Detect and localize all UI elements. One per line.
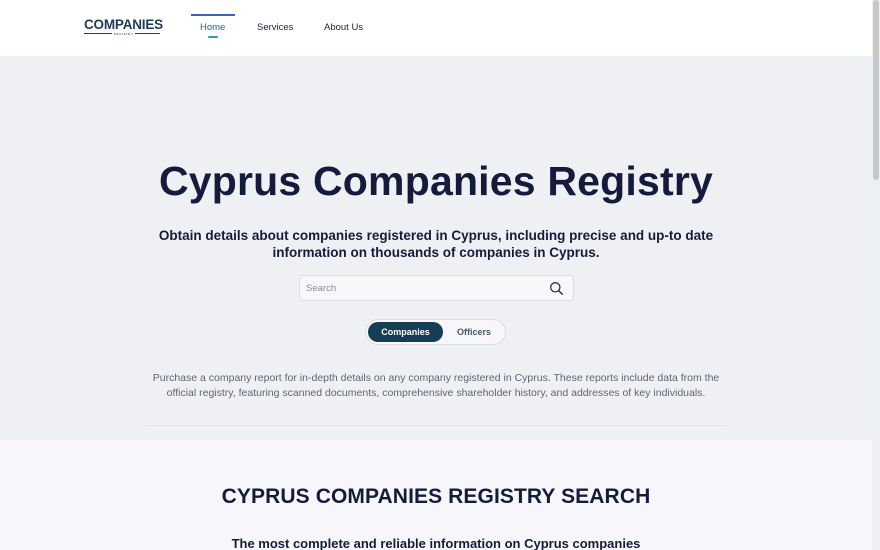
site-header: COMPANIES REGISTRY Home Services About U… <box>0 0 872 56</box>
hero-subtitle: Obtain details about companies registere… <box>158 228 714 260</box>
site-logo[interactable]: COMPANIES REGISTRY <box>84 17 163 36</box>
scrollbar-thumb[interactable] <box>873 0 879 180</box>
logo-text: COMPANIES <box>84 17 163 32</box>
nav-home-active-indicator <box>208 36 218 38</box>
nav-services[interactable]: Services <box>257 22 293 33</box>
search-icon[interactable] <box>549 281 564 296</box>
toggle-officers[interactable]: Officers <box>444 322 504 342</box>
hero-section: Cyprus Companies Registry Obtain details… <box>0 56 872 440</box>
hero-title: Cyprus Companies Registry <box>158 158 714 204</box>
hero-description: Purchase a company report for in-depth d… <box>152 372 720 399</box>
nav-home-top-indicator <box>191 14 235 16</box>
toggle-companies[interactable]: Companies <box>368 322 443 342</box>
search-type-toggle: Companies Officers <box>365 319 506 345</box>
registry-search-section: CYPRUS COMPANIES REGISTRY SEARCH The mos… <box>0 440 872 550</box>
search-input[interactable] <box>306 279 542 297</box>
section-subtitle: The most complete and reliable informati… <box>231 536 641 550</box>
section-title: CYPRUS COMPANIES REGISTRY SEARCH <box>221 485 651 508</box>
hero-divider <box>145 425 727 426</box>
logo-subtext: REGISTRY <box>112 32 136 36</box>
search-box <box>299 275 574 301</box>
nav-home[interactable]: Home <box>200 22 225 33</box>
page-scrollbar[interactable] <box>872 0 880 550</box>
nav-about-us[interactable]: About Us <box>324 22 363 33</box>
